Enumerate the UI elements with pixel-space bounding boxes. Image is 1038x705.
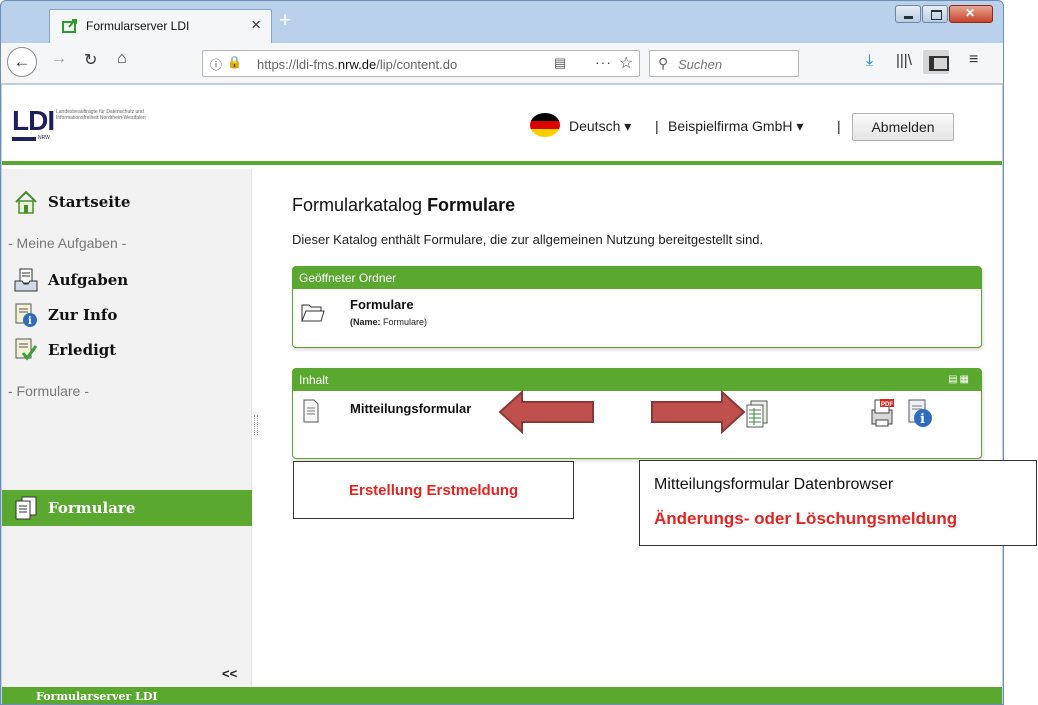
browser-tab[interactable]: Formularserver LDI × [49, 9, 272, 43]
window-close-button[interactable] [949, 5, 993, 23]
callout-title: Mitteilungsformular Datenbrowser [654, 476, 894, 493]
svg-text:PDF: PDF [881, 402, 893, 408]
form-link[interactable]: Mitteilungsformular [350, 401, 471, 416]
content-panel: Inhalt ▤▦ Mitteilungsformular PDF i [292, 368, 982, 459]
collapse-sidebar-button[interactable]: << [222, 666, 237, 681]
inbox-icon [14, 268, 38, 292]
footer-text: Formularserver LDI [36, 690, 158, 703]
tab-strip: Formularserver LDI × + [1, 1, 1003, 43]
page-description: Dieser Katalog enthält Formulare, die zu… [292, 232, 764, 247]
window-minimize-button[interactable] [895, 5, 921, 23]
url-bar[interactable]: ⓘ 🔒 https://ldi-fms.nrw.de/lip/content.d… [202, 50, 640, 77]
svg-text:i: i [920, 412, 925, 427]
bookmark-star-icon[interactable]: ☆ [619, 53, 633, 73]
view-toggle-icon[interactable]: ▤▦ [948, 374, 971, 385]
app-header: LDI NRW Landesbeauftragte für Datenschut… [2, 85, 1002, 165]
ldi-logo[interactable]: LDI NRW Landesbeauftragte für Datenschut… [12, 105, 182, 145]
url-path: /lip/content.do [376, 57, 458, 72]
left-arrow-annotation [498, 390, 594, 434]
hamburger-menu-icon[interactable]: ≡ [969, 51, 978, 69]
page-actions-icon[interactable]: ··· [595, 54, 612, 70]
sidebar: Startseite - Meine Aufgaben - Aufgaben i [2, 169, 252, 687]
sidebar-item-label: Formulare [48, 499, 136, 517]
sidebar-item-label: Aufgaben [48, 271, 129, 289]
sidebar-item-label: Startseite [48, 193, 131, 211]
footer: Formularserver LDI [2, 687, 1002, 704]
header-separator: | [655, 118, 659, 134]
folder-name: Formulare [350, 297, 414, 312]
callout-first-report: Erstellung Erstmeldung [293, 461, 574, 519]
callout-subtitle: Änderungs- oder Löschungsmeldung [654, 509, 958, 528]
window-maximize-button[interactable] [922, 5, 948, 23]
folder-sub-value: Formulare) [380, 317, 428, 327]
sidebar-resize-handle[interactable] [254, 415, 258, 435]
opened-folder-panel: Geöffneter Ordner Formulare (Name: Formu… [292, 266, 982, 348]
logo-bar [12, 137, 36, 141]
folder-subtitle: (Name: Formulare) [350, 317, 427, 327]
german-flag-icon [530, 113, 560, 137]
table-icon[interactable] [745, 400, 769, 428]
url-domain: nrw.de [337, 57, 377, 72]
sidebar-item-forms[interactable]: Formulare [2, 490, 252, 526]
page-title: Formularkatalog Formulare [292, 195, 515, 216]
download-icon[interactable]: ⤓ [866, 52, 873, 70]
navigation-bar: ← → ↻ ⌂ ⓘ 🔒 https://ldi-fms.nrw.de/lip/c… [1, 43, 1003, 84]
search-placeholder: Suchen [678, 57, 723, 72]
home-icon[interactable]: ⌂ [117, 50, 127, 68]
library-icon[interactable]: |||\ [896, 52, 912, 69]
svg-text:i: i [28, 316, 32, 327]
folder-sub-label: (Name: [350, 317, 381, 327]
new-tab-button[interactable]: + [279, 9, 291, 33]
page-title-bold: Formulare [427, 195, 516, 215]
callout-databrowser: Mitteilungsformular Datenbrowser Änderun… [639, 460, 1037, 546]
info-document-icon: i [15, 303, 37, 327]
search-icon: ⚲ [658, 55, 669, 71]
url-prefix: https://ldi-fms. [257, 57, 338, 72]
logo-mark: LDI [12, 105, 55, 136]
sidebar-section-tasks: - Meine Aufgaben - [8, 235, 127, 251]
open-folder-icon[interactable] [301, 302, 325, 324]
reader-view-icon[interactable]: ▤ [554, 55, 566, 71]
tab-title: Formularserver LDI [86, 19, 190, 33]
url-text[interactable]: https://ldi-fms.nrw.de/lip/content.do [257, 57, 457, 72]
back-arrow-icon[interactable]: ← [7, 47, 37, 77]
search-bar[interactable]: ⚲ Suchen [649, 50, 799, 77]
panel-title: Inhalt [293, 369, 981, 391]
sidebar-section-forms: - Formulare - [8, 383, 89, 399]
logo-nrw: NRW [38, 135, 50, 141]
form-favicon-icon [62, 19, 77, 33]
callout-text: Erstellung Erstmeldung [349, 482, 519, 499]
document-icon[interactable] [303, 399, 319, 423]
logo-text: Landesbeauftragte für Datenschutz und In… [56, 109, 146, 121]
logout-button[interactable]: Abmelden [852, 113, 954, 141]
right-arrow-annotation [651, 390, 746, 434]
pdf-icon[interactable]: PDF [868, 398, 896, 428]
site-info-icon[interactable]: ⓘ [210, 56, 222, 73]
company-dropdown[interactable]: Beispielfirma GmbH ▾ [668, 118, 803, 135]
tab-close-icon[interactable]: × [251, 15, 261, 35]
panel-title: Geöffneter Ordner [293, 267, 981, 289]
sidebar-toggle-icon[interactable] [923, 50, 949, 74]
documents-icon [15, 496, 37, 520]
language-dropdown[interactable]: Deutsch ▾ [569, 118, 631, 135]
lock-icon: 🔒 [227, 55, 242, 69]
page-title-prefix: Formularkatalog [292, 195, 428, 215]
sidebar-item-label: Erledigt [48, 341, 117, 359]
forward-arrow-icon[interactable]: → [51, 50, 67, 68]
reload-icon[interactable]: ↻ [84, 50, 97, 70]
browser-window: Formularserver LDI × + ← → ↻ ⌂ ⓘ 🔒 https… [0, 0, 1004, 705]
header-separator: | [837, 118, 841, 134]
info-icon[interactable]: i [907, 398, 933, 428]
checked-document-icon [15, 338, 38, 361]
house-icon [15, 190, 37, 214]
sidebar-item-label: Zur Info [48, 306, 118, 324]
